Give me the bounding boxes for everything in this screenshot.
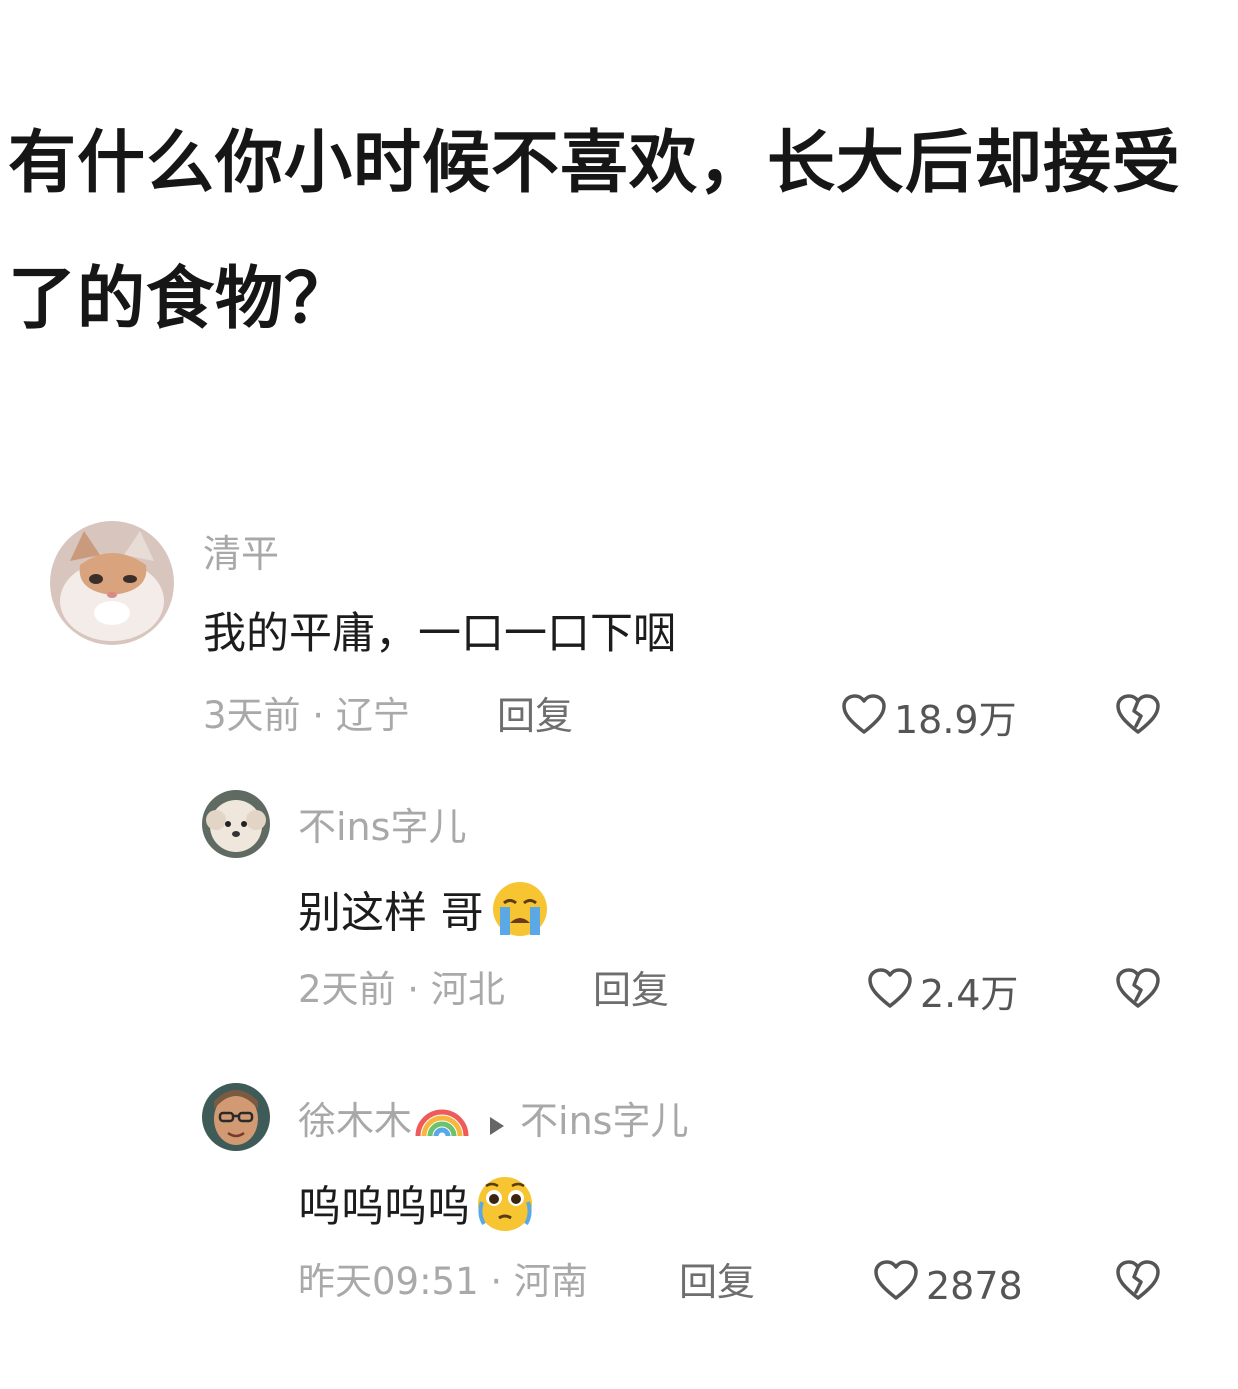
broken-heart-icon <box>1114 1260 1162 1306</box>
dislike-button[interactable] <box>1114 966 1162 1014</box>
like-count: 2878 <box>926 1263 1023 1308</box>
like-count: 18.9万 <box>894 697 1017 742</box>
like-button[interactable]: 2.4万 <box>866 966 1018 1021</box>
comment-text-content: 别这样 哥 <box>298 888 484 939</box>
reply-button[interactable]: 回复 <box>593 966 669 1014</box>
comment-author[interactable]: 不ins字儿 <box>298 803 466 851</box>
like-count: 2.4万 <box>920 971 1019 1016</box>
comment-text: 呜呜呜呜 <box>298 1172 538 1248</box>
question-title: 有什么你小时候不喜欢，长大后却接受了的食物？ <box>8 124 1182 339</box>
heart-outline-icon <box>840 692 888 747</box>
broken-heart-icon <box>1114 968 1162 1014</box>
comment-text: 别这样 哥 <box>298 879 554 953</box>
heart-outline-icon <box>866 966 914 1021</box>
comment-author-line: 徐木木 不ins字儿 <box>298 1096 688 1151</box>
comment-author[interactable]: 徐木木 <box>298 1099 412 1143</box>
reply-button[interactable]: 回复 <box>497 692 573 740</box>
rainbow-emoji <box>414 1096 470 1151</box>
like-button[interactable]: 2878 <box>872 1258 1023 1313</box>
comment-text: 我的平庸，一口一口下咽 <box>203 609 676 659</box>
comment-author[interactable]: 清平 <box>203 530 279 578</box>
heart-outline-icon <box>872 1258 920 1313</box>
dislike-button[interactable] <box>1114 1258 1162 1306</box>
reply-to-author[interactable]: 不ins字儿 <box>520 1099 688 1143</box>
loudly-crying-face-emoji <box>486 879 554 953</box>
avatar-cat[interactable] <box>50 521 174 645</box>
avatar-man[interactable] <box>202 1083 270 1151</box>
broken-heart-icon <box>1114 694 1162 740</box>
like-button[interactable]: 18.9万 <box>840 692 1017 747</box>
pleading-face-emoji <box>472 1172 538 1248</box>
reply-button[interactable]: 回复 <box>679 1258 755 1306</box>
comment-text-content: 呜呜呜呜 <box>298 1182 470 1233</box>
triangle-right-icon <box>488 1100 506 1148</box>
comment-time-location: 昨天09:51 · 河南 <box>298 1260 588 1303</box>
dislike-button[interactable] <box>1114 692 1162 740</box>
comment-time-location: 3天前 · 辽宁 <box>203 694 410 737</box>
avatar-dog[interactable] <box>202 790 270 858</box>
comment-time-location: 2天前 · 河北 <box>298 968 505 1011</box>
